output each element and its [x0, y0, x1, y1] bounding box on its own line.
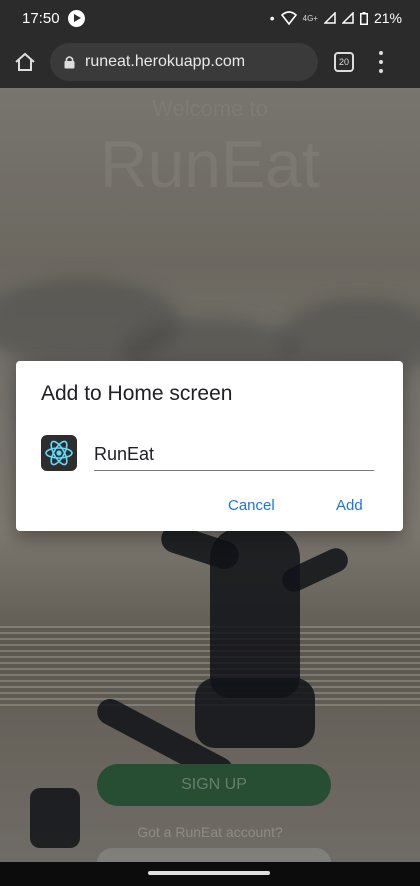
battery-icon — [359, 11, 368, 25]
signal-2-icon — [341, 12, 354, 24]
react-app-icon — [41, 435, 77, 471]
lock-icon — [64, 56, 75, 69]
react-logo-icon — [45, 440, 73, 466]
status-bar: 17:50 • 4G+ 21% — [0, 0, 420, 36]
browser-toolbar: runeat.herokuapp.com 20 — [0, 36, 420, 88]
notification-dot-icon: • — [269, 10, 275, 26]
wifi-icon — [280, 11, 297, 25]
home-gesture-handle[interactable] — [148, 871, 270, 875]
url-text: runeat.herokuapp.com — [85, 53, 246, 70]
dialog-title: Add to Home screen — [41, 382, 233, 405]
address-bar[interactable]: runeat.herokuapp.com — [50, 43, 318, 81]
add-to-home-dialog: Add to Home screen RunEat Cancel Add — [16, 361, 403, 531]
signal-icon — [323, 12, 336, 24]
more-menu-button[interactable] — [378, 51, 384, 73]
battery-level: 21% — [373, 10, 402, 26]
media-play-icon — [67, 9, 85, 27]
cancel-button[interactable]: Cancel — [228, 497, 275, 514]
app-name-input[interactable]: RunEat — [94, 439, 374, 471]
add-button[interactable]: Add — [336, 497, 363, 514]
status-time: 17:50 — [22, 9, 60, 27]
home-icon — [15, 52, 35, 71]
home-button[interactable] — [12, 49, 38, 75]
tab-switcher-button[interactable]: 20 — [334, 52, 354, 72]
navigation-bar — [0, 862, 420, 886]
network-type: 4G+ — [302, 13, 318, 23]
